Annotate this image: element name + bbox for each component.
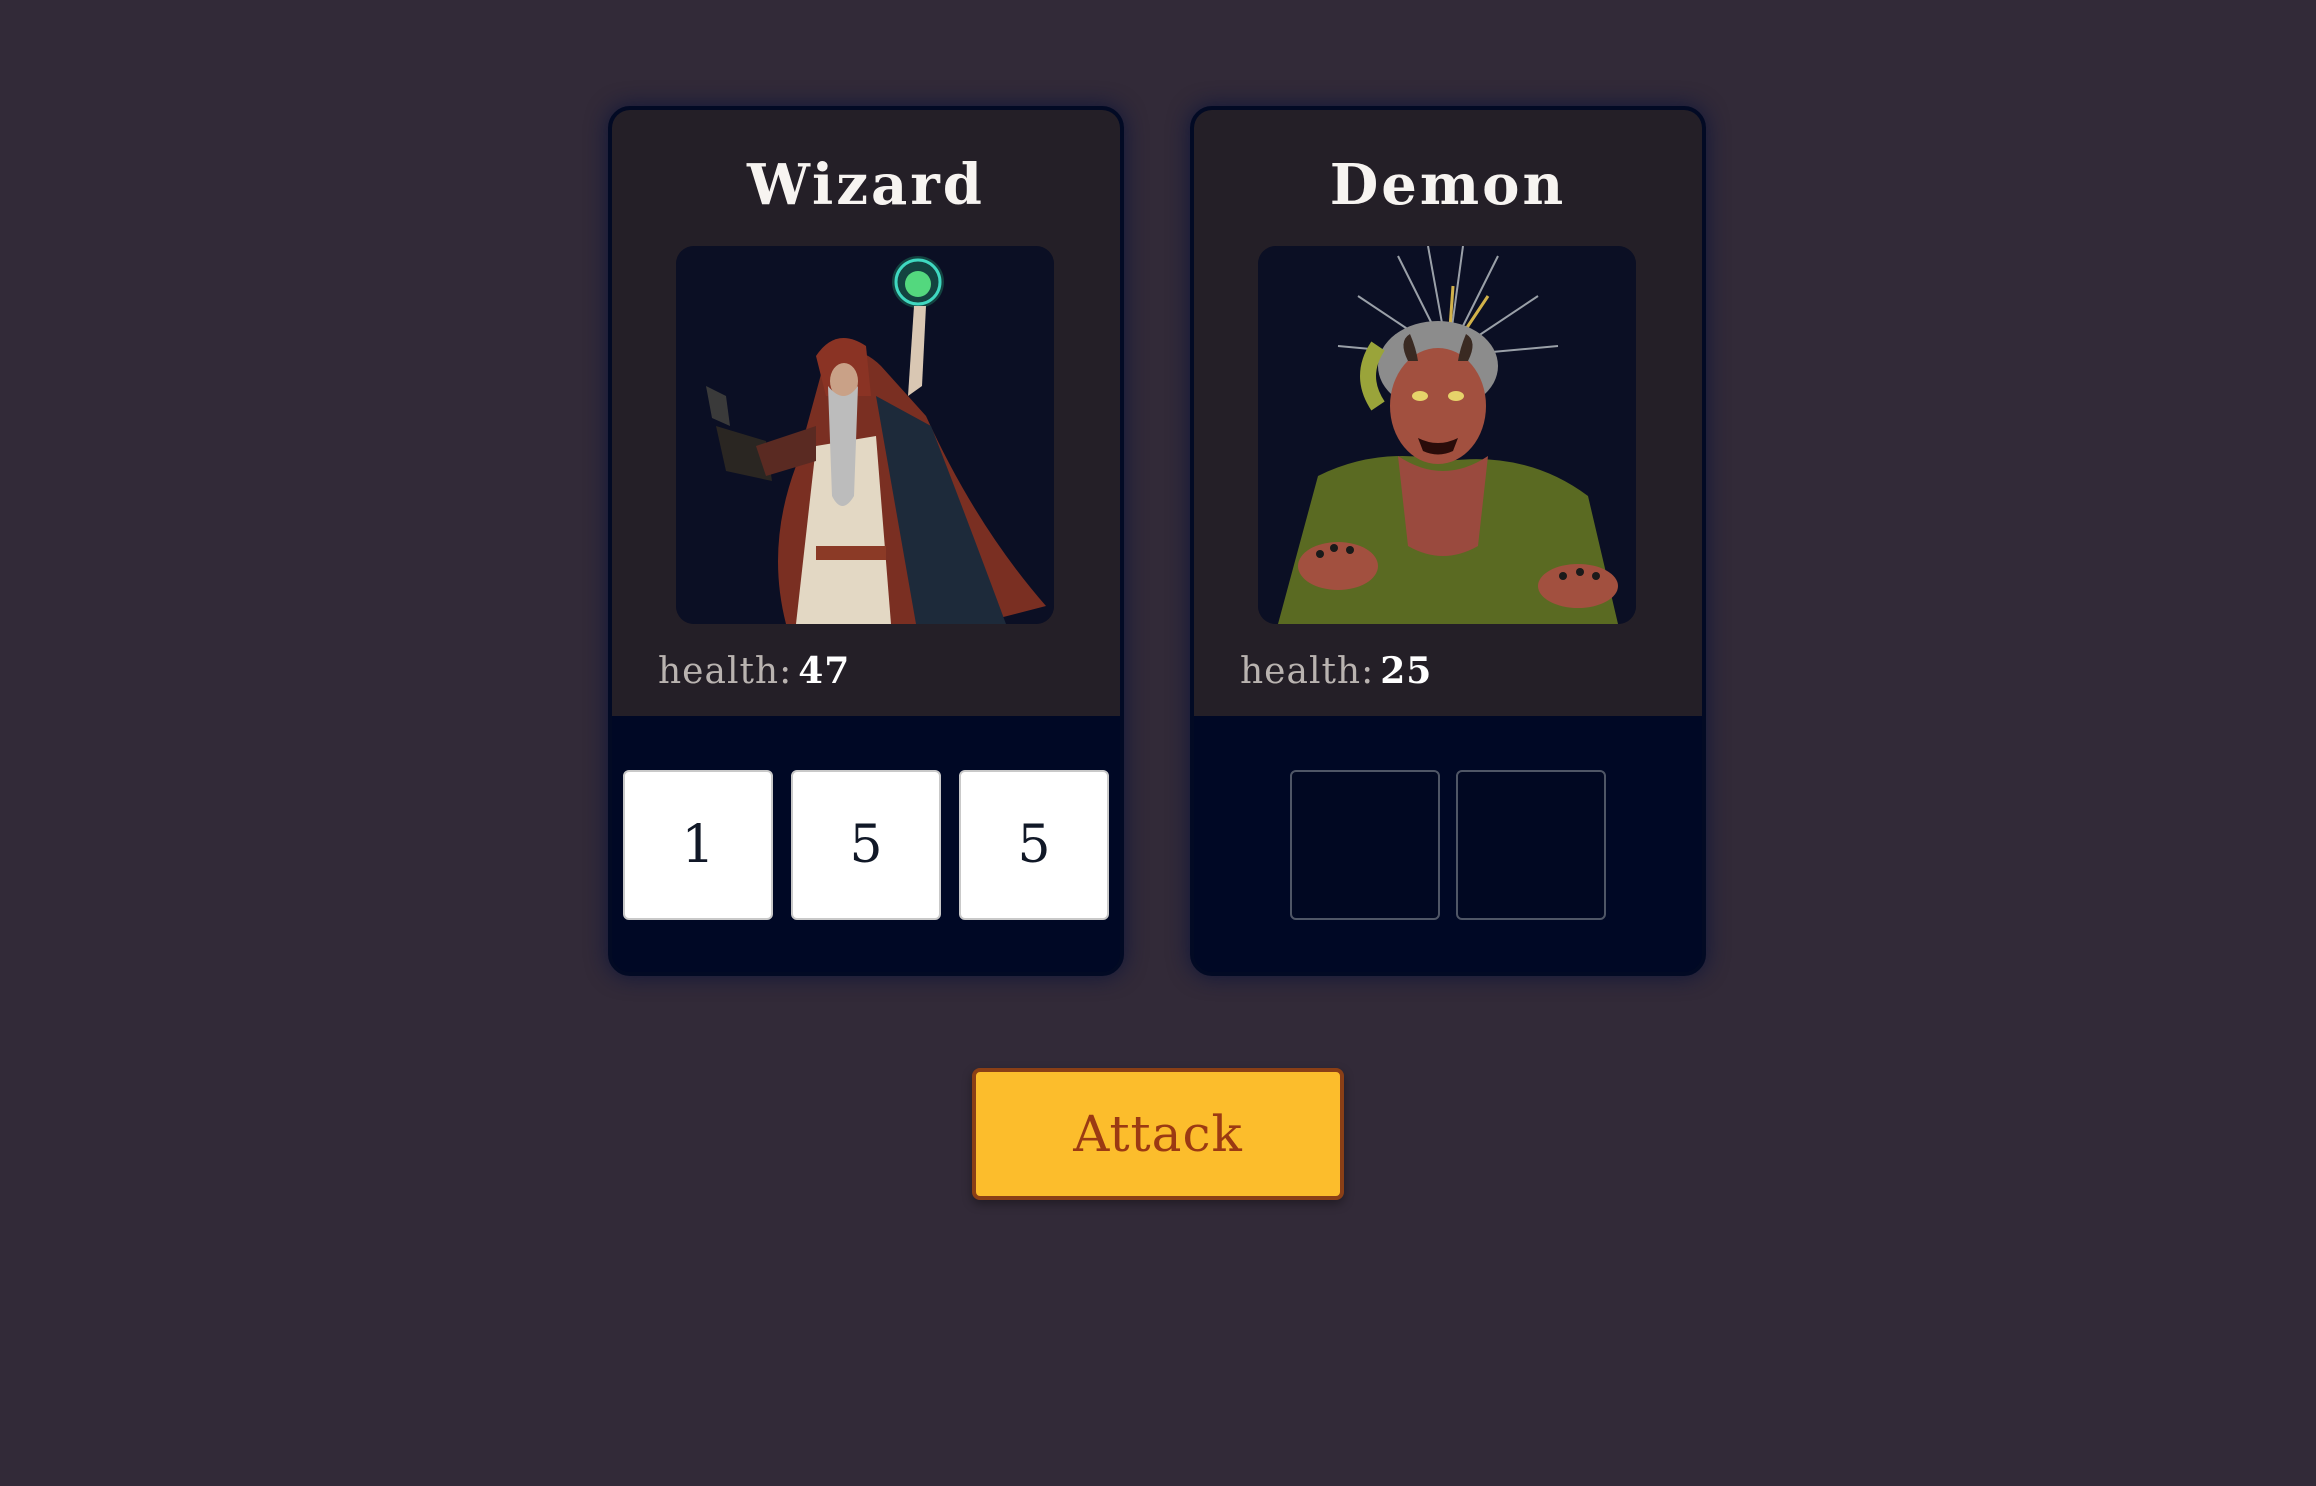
wizard-card: Wizard health: 47 1 5 5 (608, 106, 1124, 976)
wizard-card-header: Wizard health: 47 (612, 110, 1120, 716)
wizard-portrait (676, 246, 1054, 624)
demon-image (1258, 246, 1636, 624)
wizard-die-3[interactable]: 5 (959, 770, 1109, 920)
demon-dice-row (1194, 770, 1702, 920)
demon-health-value: 25 (1380, 650, 1433, 692)
wizard-health-label: health: (658, 651, 793, 692)
demon-health: health: 25 (1240, 650, 1432, 692)
wizard-dice-row: 1 5 5 (612, 770, 1120, 920)
demon-name: Demon (1329, 152, 1567, 218)
attack-button[interactable]: Attack (972, 1068, 1344, 1200)
demon-card-header: Demon health: 25 (1194, 110, 1702, 716)
wizard-name: Wizard (747, 152, 985, 218)
demon-health-label: health: (1240, 651, 1375, 692)
demon-die-slot-1 (1290, 770, 1440, 920)
demon-card: Demon health: 25 (1190, 106, 1706, 976)
wizard-health-value: 47 (798, 650, 851, 692)
demon-die-slot-2 (1456, 770, 1606, 920)
wizard-die-1[interactable]: 1 (623, 770, 773, 920)
demon-portrait (1258, 246, 1636, 624)
wizard-health: health: 47 (658, 650, 850, 692)
wizard-die-2[interactable]: 5 (791, 770, 941, 920)
wizard-image (676, 246, 1054, 624)
